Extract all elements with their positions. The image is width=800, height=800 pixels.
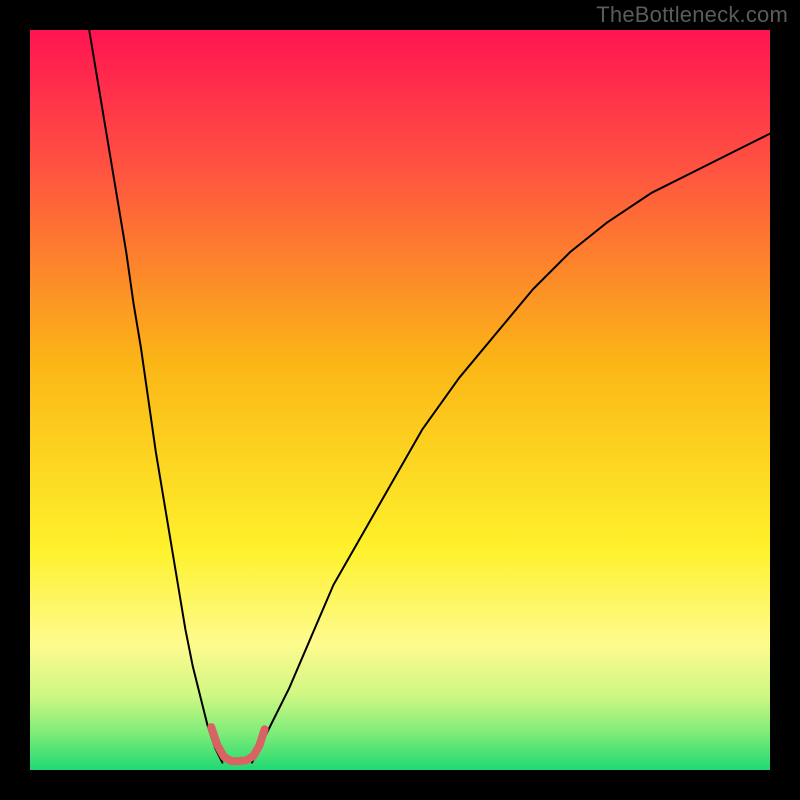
chart-frame: TheBottleneck.com <box>0 0 800 800</box>
chart-plot <box>30 30 770 770</box>
watermark-text: TheBottleneck.com <box>596 2 788 28</box>
gradient-background <box>30 30 770 770</box>
